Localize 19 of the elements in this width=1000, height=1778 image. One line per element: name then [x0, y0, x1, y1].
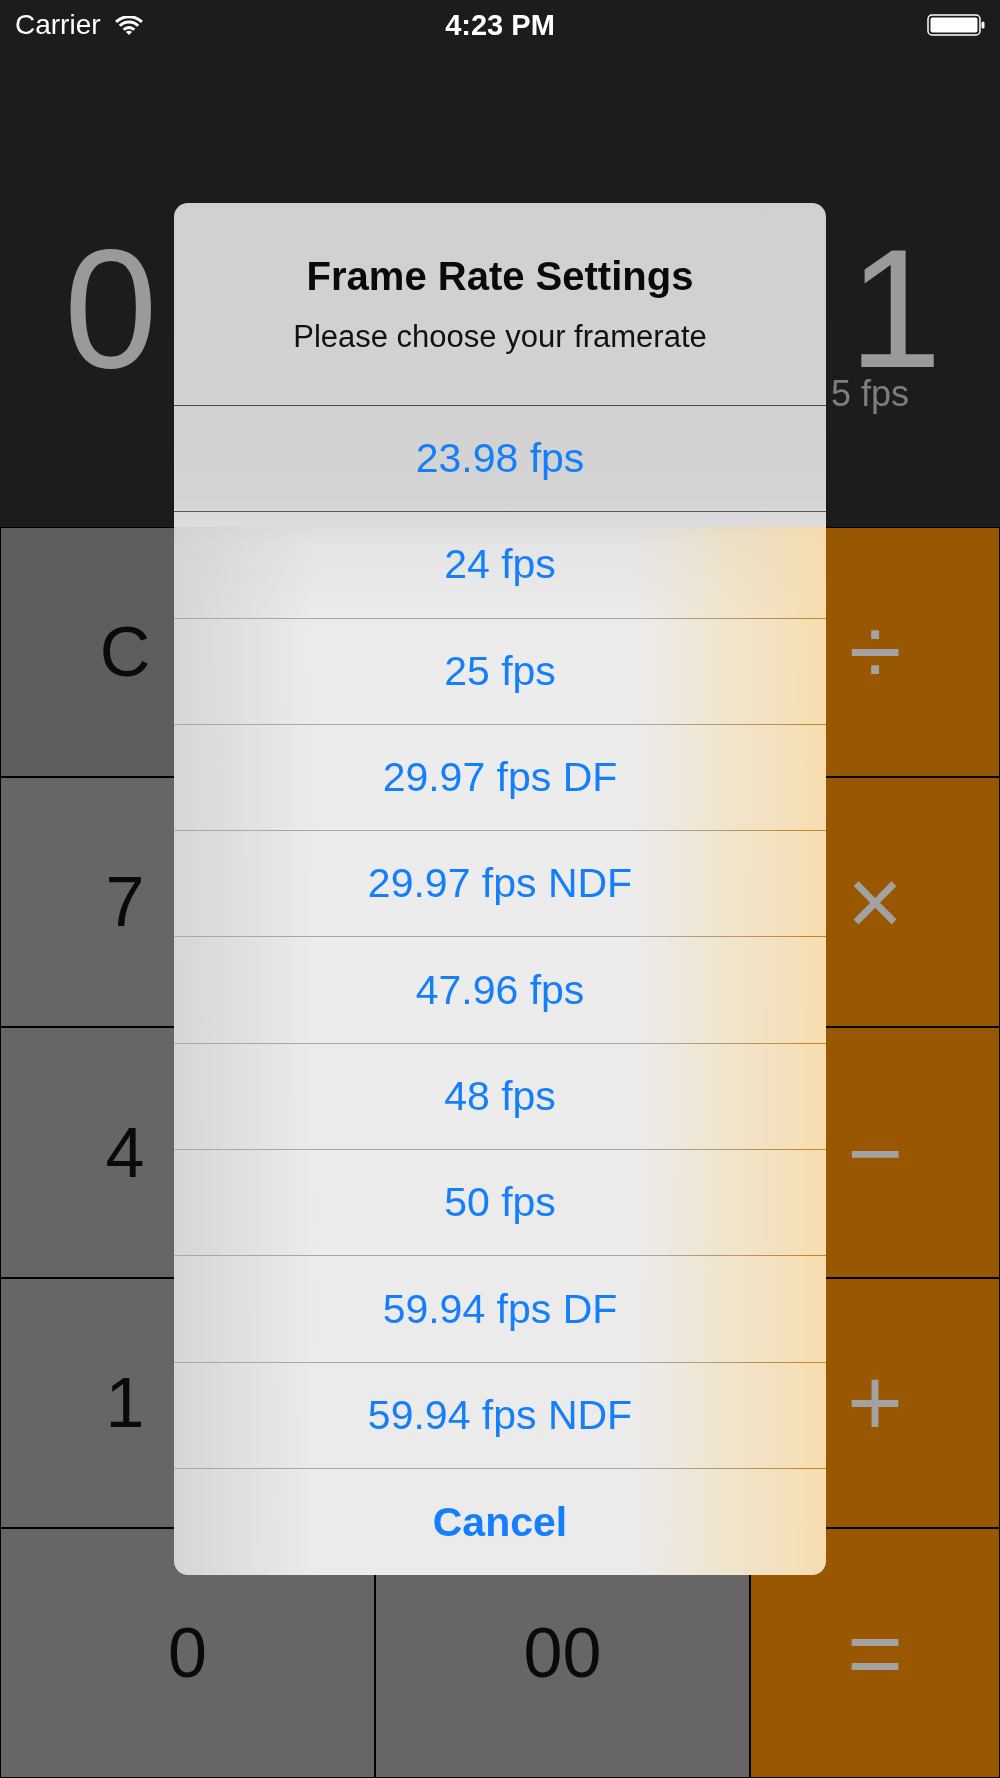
frame-rate-option[interactable]: 24 fps: [174, 512, 826, 619]
frame-rate-option[interactable]: 47.96 fps: [174, 937, 826, 1044]
battery-icon: [927, 14, 985, 36]
time-label: 4:23 PM: [445, 10, 555, 40]
frame-rate-option[interactable]: 29.97 fps DF: [174, 724, 826, 832]
timecode-digits: 1: [848, 242, 942, 377]
timecode-digits: 0: [64, 242, 158, 377]
frame-rate-option[interactable]: 59.94 fps DF: [174, 1256, 826, 1363]
alert-title: Frame Rate Settings: [306, 256, 694, 296]
alert-message: Please choose your framerate: [293, 321, 707, 352]
frame-rate-option[interactable]: 25 fps: [174, 618, 826, 725]
frame-rate-option[interactable]: 48 fps: [174, 1043, 826, 1151]
wifi-icon: [114, 15, 143, 35]
operator-key[interactable]: =: [750, 1527, 1000, 1778]
frame-rate-option[interactable]: 59.94 fps NDF: [174, 1362, 826, 1469]
frame-rate-label: 5 fps: [830, 376, 909, 413]
carrier-label: Carrier: [15, 11, 101, 39]
frame-rate-option[interactable]: 50 fps: [174, 1150, 826, 1257]
frame-rate-option[interactable]: 29.97 fps NDF: [174, 831, 826, 938]
